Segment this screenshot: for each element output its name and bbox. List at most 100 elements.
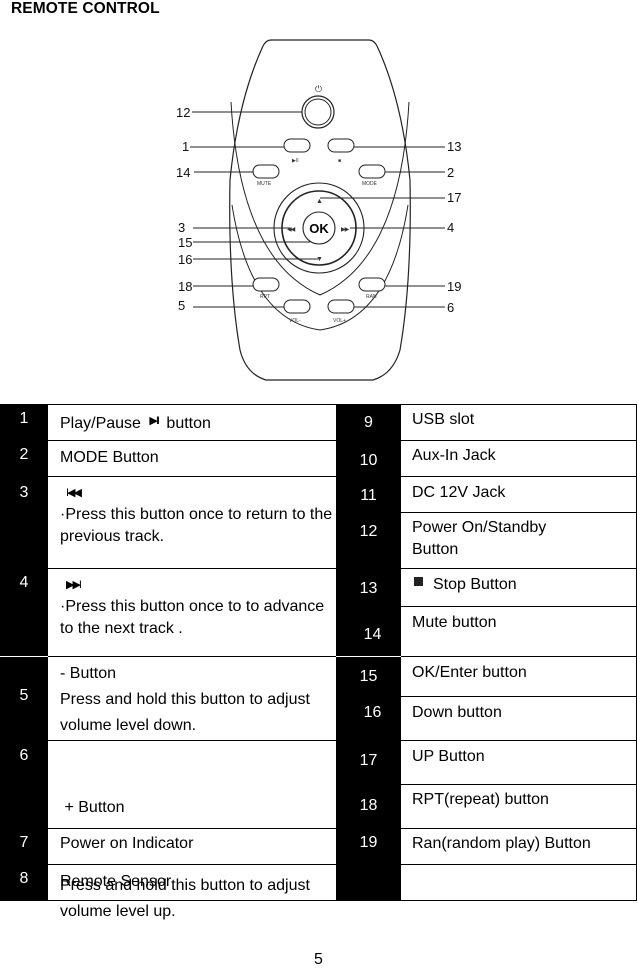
item-number: 16	[363, 704, 382, 721]
callout-16: 16	[178, 252, 192, 267]
stop-icon	[414, 577, 423, 586]
row-divider	[336, 656, 401, 657]
stop-button[interactable]	[327, 138, 355, 153]
item-number: 15	[359, 668, 378, 685]
table-row: Aux-In Jack	[401, 440, 637, 476]
callout-6: 6	[447, 300, 454, 315]
item-description: DC 12V Jack	[412, 484, 506, 501]
item-number: 11	[360, 487, 377, 504]
item-description: Aux-In Jack	[412, 447, 496, 464]
item-number: 6	[19, 747, 29, 764]
item-description: ·Press this button once to to advance to…	[60, 598, 325, 637]
remote-control-diagram: ⏻ ▶II ■ MUTE MODE OK ▲ ▼ ◀◀ ▶▶ RPT RAN V…	[160, 30, 480, 390]
play-pause-button[interactable]	[283, 138, 311, 153]
table-row: Remote Sensor	[48, 864, 336, 900]
table-row: Mute button	[401, 606, 637, 656]
callout-18: 18	[178, 279, 192, 294]
item-number: 14	[363, 626, 382, 643]
function-table: 1 2 3 4 5 6 7 8 9 10 11 12 13 14 15 16 1…	[0, 404, 637, 920]
callout-1: 1	[182, 139, 189, 154]
callout-5: 5	[178, 298, 185, 313]
left-number-column: 1 2 3 4 5 6 7 8	[0, 404, 48, 900]
table-row: USB slot	[401, 404, 637, 440]
rpt-button[interactable]	[252, 277, 280, 292]
callout-3: 3	[178, 220, 185, 235]
ok-label: OK	[309, 221, 329, 236]
item-number: 10	[359, 452, 378, 469]
previous-track-icon: I◀◀	[66, 487, 82, 499]
table-row: ▶▶I ·Press this button once to to advanc…	[48, 568, 336, 656]
item-description: ·Press this button once to return to the…	[60, 506, 333, 545]
callout-4: 4	[447, 220, 454, 235]
table-row: DC 12V Jack	[401, 476, 637, 512]
item-description: Stop Button	[433, 576, 517, 593]
item-number: 1	[19, 410, 29, 427]
callout-12: 12	[176, 105, 190, 120]
table-row: OK/Enter button	[401, 656, 637, 696]
item-number: 3	[19, 484, 29, 501]
volume-up-button[interactable]	[327, 299, 355, 314]
page-number: 5	[314, 951, 323, 968]
power-icon: ⏻	[315, 84, 322, 94]
table-row: Down button	[401, 696, 637, 740]
mute-label: MUTE	[257, 181, 272, 187]
item-description: Mute button	[412, 614, 497, 631]
callout-19: 19	[447, 279, 461, 294]
item-description: Ran(random play) Button	[412, 835, 591, 852]
item-number: 12	[359, 523, 378, 540]
row-divider	[0, 656, 48, 657]
item-number: 18	[359, 797, 378, 814]
callout-13: 13	[447, 139, 461, 154]
ran-button[interactable]	[358, 277, 386, 292]
table-row: Power on Indicator	[48, 828, 336, 864]
callout-17: 17	[447, 190, 461, 205]
item-title: + Button	[60, 799, 125, 816]
item-description: RPT(repeat) button	[412, 791, 549, 808]
item-description: UP Button	[412, 748, 485, 765]
item-number: 7	[19, 834, 29, 851]
table-row-empty	[401, 864, 637, 900]
volume-down-button[interactable]	[283, 299, 311, 314]
table-row: Stop Button	[401, 568, 637, 606]
volume-down-label: VOL-	[289, 318, 301, 324]
play-pause-icon: ▶II	[292, 158, 299, 164]
table-row: UP Button	[401, 740, 637, 784]
item-number: 2	[19, 446, 29, 463]
next-track-icon: ▶▶I	[66, 579, 82, 591]
item-number: 8	[19, 870, 29, 887]
item-description: USB slot	[412, 411, 475, 428]
mode-label: MODE	[362, 181, 378, 187]
stop-icon: ■	[338, 158, 341, 164]
item-description: Play/Pause	[60, 415, 141, 432]
item-number: 19	[359, 834, 378, 851]
item-number: 13	[359, 580, 378, 597]
item-title: - Button	[60, 665, 117, 682]
table-bottom-border	[0, 900, 637, 901]
item-description-suffix: button	[166, 415, 211, 432]
table-row: - Button Press and hold this button to a…	[48, 656, 336, 740]
power-button-inner	[304, 98, 332, 126]
down-arrow-icon: ▼	[316, 256, 323, 263]
item-description: OK/Enter button	[412, 664, 527, 681]
callout-14: 14	[176, 165, 190, 180]
item-description: Press and hold this button to adjust vol…	[60, 691, 310, 734]
item-number: 4	[19, 574, 29, 591]
volume-up-label: VOL+	[333, 318, 346, 324]
rpt-label: RPT	[260, 294, 270, 300]
up-arrow-icon: ▲	[316, 198, 323, 205]
page-title: REMOTE CONTROL	[11, 0, 160, 17]
item-description: Down button	[412, 704, 502, 721]
mode-button[interactable]	[358, 164, 386, 179]
table-row: RPT(repeat) button	[401, 784, 637, 828]
item-number: 17	[359, 752, 378, 769]
table-row: Power On/Standby Button	[401, 512, 637, 568]
table-row: + Button Press and hold this button to a…	[48, 740, 336, 920]
item-description: Power on Indicator	[60, 835, 194, 852]
item-description: MODE Button	[60, 449, 159, 466]
mute-button[interactable]	[252, 164, 280, 179]
ran-label: RAN	[366, 294, 377, 300]
item-number: 5	[19, 687, 29, 704]
right-number-column: 9 10 11 12 13 14 15 16 17 18 19	[336, 404, 401, 900]
callout-2: 2	[447, 165, 454, 180]
item-description: Power On/Standby Button	[412, 519, 547, 558]
